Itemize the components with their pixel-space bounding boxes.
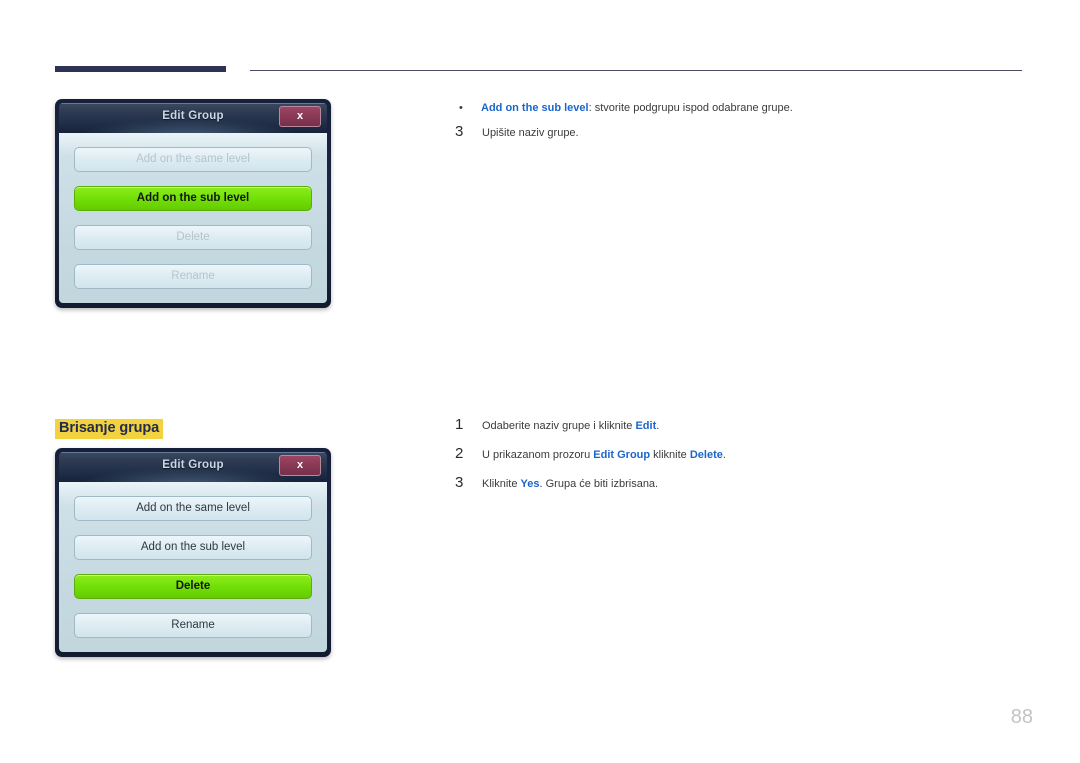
dialog-button[interactable]: Add on the sub level bbox=[74, 535, 312, 560]
dialog-titlebar: Edit Group x bbox=[59, 103, 327, 133]
bullet-item: • Add on the sub level: stvorite podgrupu… bbox=[455, 101, 1015, 115]
numbered-step: 2 U prikazanom prozoru Edit Group kliknit… bbox=[455, 445, 1015, 462]
close-icon[interactable]: x bbox=[279, 106, 321, 127]
numbered-step: 1 Odaberite naziv grupe i kliknite Edit. bbox=[455, 416, 1015, 433]
dialog-body: Add on the same level Add on the sub leve… bbox=[59, 133, 327, 303]
step-text: Add on the sub level: stvorite podgrupu … bbox=[481, 101, 1015, 115]
text-run: . bbox=[722, 449, 726, 461]
dialog-button[interactable]: Add on the sub level bbox=[74, 186, 312, 211]
keyword: Edit Group bbox=[593, 449, 651, 461]
instruction-list-bottom: 1 Odaberite naziv grupe i kliknite Edit. 2… bbox=[455, 416, 1015, 506]
text-run: Kliknite bbox=[482, 478, 521, 490]
dialog-button[interactable]: Add on the same level bbox=[74, 147, 312, 172]
section-heading: Brisanje grupa bbox=[55, 419, 164, 439]
dialog-button[interactable]: Rename bbox=[74, 613, 312, 638]
dialog-titlebar: Edit Group x bbox=[59, 452, 327, 482]
keyword: Yes bbox=[520, 478, 540, 490]
keyword: Add on the sub level bbox=[481, 102, 589, 114]
text-run: . bbox=[656, 420, 660, 432]
text-run: . Grupa će biti izbrisana. bbox=[539, 478, 659, 490]
step-text: Odaberite naziv grupe i kliknite Edit. bbox=[482, 419, 1015, 433]
edit-group-dialog-top[interactable]: Edit Group x Add on the same level Add on… bbox=[55, 99, 331, 308]
bullet-icon: • bbox=[459, 102, 463, 114]
step-number: 2 bbox=[455, 445, 464, 462]
instruction-list-top: • Add on the sub level: stvorite podgrupu… bbox=[455, 101, 1015, 155]
step-number: 3 bbox=[455, 474, 464, 491]
dialog-button[interactable]: Rename bbox=[74, 264, 312, 289]
page-number: 88 bbox=[1010, 706, 1033, 728]
dialog-button[interactable]: Add on the same level bbox=[74, 496, 312, 521]
edit-group-dialog-bottom[interactable]: Edit Group x Add on the same level Add on… bbox=[55, 448, 331, 657]
keyword: Edit bbox=[635, 420, 657, 432]
header-rule-thin bbox=[250, 70, 1022, 71]
close-icon[interactable]: x bbox=[279, 455, 321, 476]
numbered-step: 3 Upišite naziv grupe. bbox=[455, 123, 1015, 140]
header-rule-thick bbox=[55, 66, 226, 72]
dialog-button[interactable]: Delete bbox=[74, 225, 312, 250]
text-run: : stvorite podgrupu ispod odabrane grupe… bbox=[588, 102, 793, 114]
numbered-step: 3 Kliknite Yes. Grupa će biti izbrisana. bbox=[455, 474, 1015, 491]
step-text: Upišite naziv grupe. bbox=[482, 126, 1015, 140]
step-number: 1 bbox=[455, 416, 464, 433]
text-run: kliknite bbox=[650, 449, 690, 461]
text-run: Upišite naziv grupe. bbox=[482, 127, 579, 139]
keyword: Delete bbox=[689, 449, 723, 461]
text-run: U prikazanom prozoru bbox=[482, 449, 594, 461]
dialog-button[interactable]: Delete bbox=[74, 574, 312, 599]
step-text: U prikazanom prozoru Edit Group kliknite… bbox=[482, 448, 1015, 462]
step-number: 3 bbox=[455, 123, 464, 140]
dialog-body: Add on the same level Add on the sub leve… bbox=[59, 482, 327, 652]
step-text: Kliknite Yes. Grupa će biti izbrisana. bbox=[482, 477, 1015, 491]
text-run: Odaberite naziv grupe i kliknite bbox=[482, 420, 636, 432]
